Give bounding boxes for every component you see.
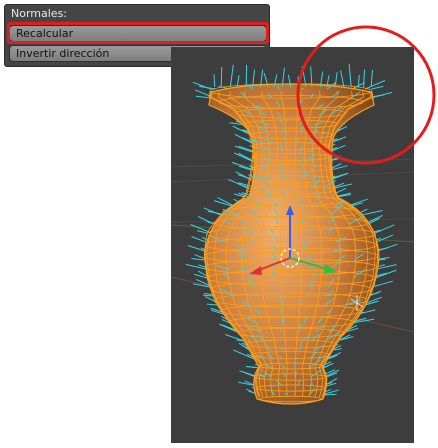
- normal-spike: [217, 197, 235, 207]
- normal-spike: [206, 303, 218, 306]
- normal-spike: [213, 74, 216, 88]
- normal-spike: [370, 69, 373, 88]
- normal-spike: [228, 179, 249, 189]
- normal-spike: [234, 152, 253, 162]
- normal-spike: [198, 85, 216, 90]
- normal-spike: [238, 152, 254, 162]
- normal-spike: [229, 64, 234, 88]
- normal-spike: [330, 165, 348, 171]
- viewport-scene: [171, 63, 414, 405]
- normal-spike: [220, 67, 223, 88]
- normal-spike: [279, 186, 282, 189]
- 3d-viewport[interactable]: [171, 47, 414, 443]
- normal-spike: [191, 236, 206, 243]
- normal-spike: [361, 210, 383, 216]
- normal-spike: [340, 70, 345, 88]
- normal-spike: [202, 294, 214, 297]
- normal-spike: [281, 316, 284, 324]
- normal-spike: [191, 258, 205, 261]
- normal-spike: [332, 348, 342, 351]
- normal-spike: [277, 293, 280, 297]
- normal-spike: [348, 63, 352, 88]
- normal-spike: [323, 393, 337, 396]
- normal-spike: [371, 85, 384, 90]
- normal-spike: [363, 69, 365, 88]
- panel-title: Normales:: [11, 7, 68, 20]
- vase-mesh: [204, 83, 380, 405]
- normal-spike: [376, 264, 397, 270]
- normal-spike: [370, 91, 393, 99]
- normal-spike: [234, 145, 253, 153]
- normal-spike: [307, 212, 310, 216]
- normal-spike: [377, 243, 398, 252]
- normal-spike: [374, 224, 395, 234]
- recalculate-button[interactable]: Recalcular: [9, 25, 267, 42]
- normal-spike: [374, 269, 397, 279]
- normal-spike: [240, 267, 247, 270]
- normal-spike: [295, 357, 298, 360]
- normal-spike: [299, 298, 301, 306]
- normal-spike: [283, 191, 285, 198]
